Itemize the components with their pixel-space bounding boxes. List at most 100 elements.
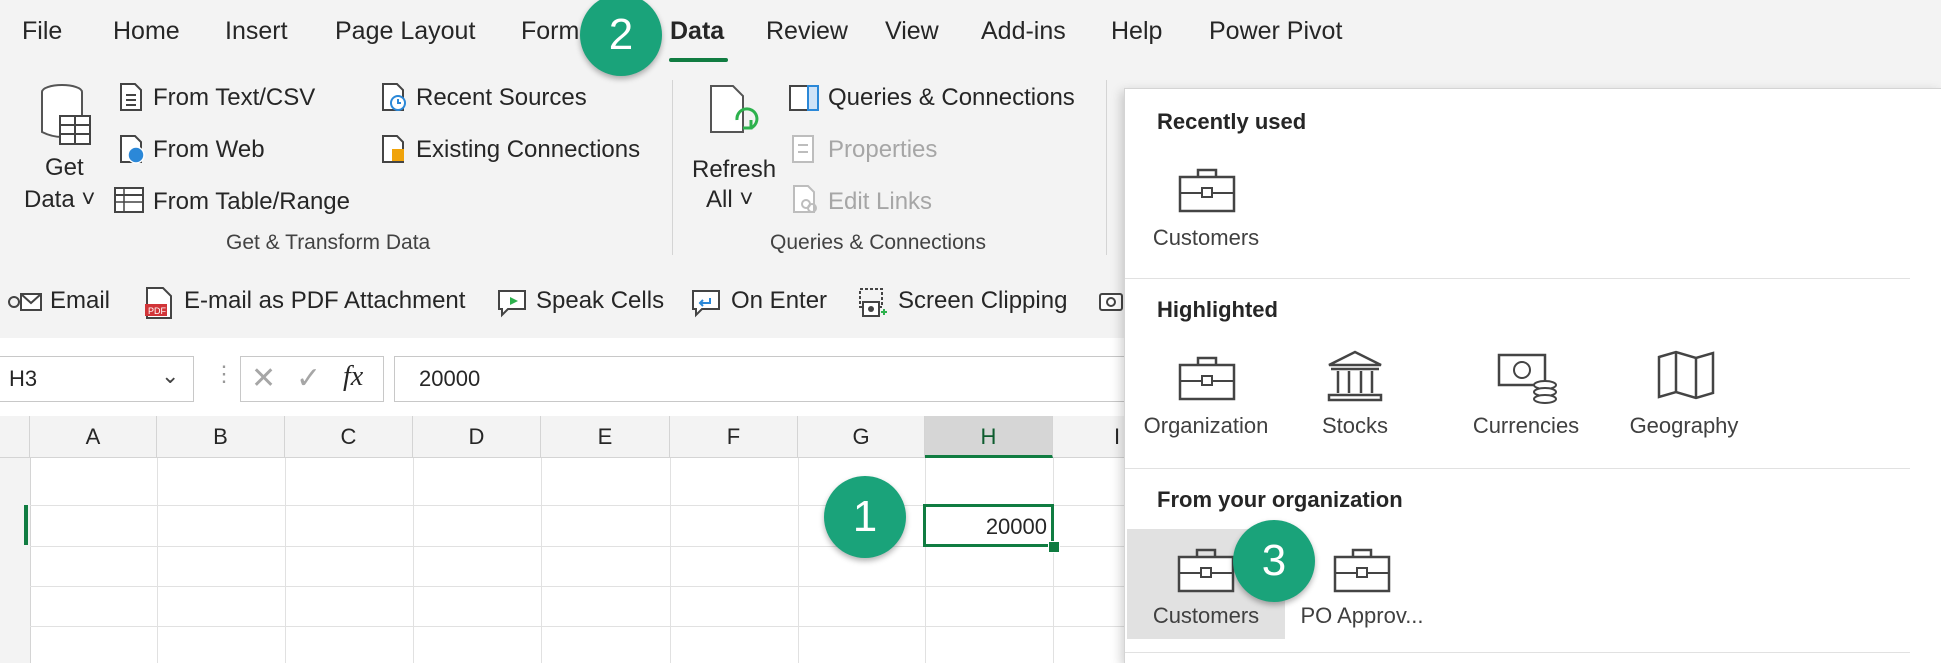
refresh-all-label-2: All ˅ [706, 186, 754, 213]
formula-input[interactable]: 20000 [394, 356, 1135, 402]
column-header-f[interactable]: F [670, 416, 798, 458]
tab-insert[interactable]: Insert [225, 17, 288, 46]
tab-view[interactable]: View [885, 17, 939, 46]
recent-customers-item[interactable]: Customers [1131, 159, 1281, 259]
tab-page-layout[interactable]: Page Layout [335, 17, 475, 46]
briefcase-icon [1177, 547, 1235, 593]
row-header-strip [0, 458, 31, 663]
section-divider [1125, 278, 1910, 279]
from-text-csv-button[interactable]: From Text/CSV [153, 84, 315, 112]
select-all-corner[interactable] [0, 416, 30, 458]
existing-connections-icon [380, 134, 408, 164]
column-header-e[interactable]: E [541, 416, 670, 458]
tab-power-pivot[interactable]: Power Pivot [1209, 17, 1342, 46]
item-label: Geography [1629, 413, 1739, 438]
email-icon [8, 290, 44, 316]
email-pdf-button[interactable]: E-mail as PDF Attachment [184, 287, 465, 315]
column-header-d[interactable]: D [413, 416, 541, 458]
text-file-icon [118, 82, 144, 112]
from-web-button[interactable]: From Web [153, 136, 265, 164]
ribbon-separator [672, 80, 673, 255]
properties-icon [791, 134, 815, 164]
web-file-icon [118, 134, 146, 164]
tab-data[interactable]: Data [670, 17, 724, 46]
cancel-icon[interactable]: ✕ [251, 361, 276, 396]
section-divider [1125, 468, 1910, 469]
camera-icon[interactable] [1098, 288, 1124, 316]
briefcase-icon [1178, 355, 1236, 401]
highlighted-heading: Highlighted [1157, 297, 1278, 322]
existing-connections-button[interactable]: Existing Connections [416, 136, 640, 164]
item-label: Customers [1152, 603, 1260, 628]
tab-formulas[interactable]: Form [521, 17, 579, 46]
tab-review[interactable]: Review [766, 17, 848, 46]
stocks-item[interactable]: Stocks [1295, 347, 1415, 447]
tab-file[interactable]: File [22, 17, 62, 46]
tab-home[interactable]: Home [113, 17, 180, 46]
step-badge-1: 1 [824, 476, 906, 558]
active-tab-indicator [669, 58, 728, 62]
refresh-icon [707, 82, 759, 148]
briefcase-icon [1333, 547, 1391, 593]
screen-clipping-button[interactable]: Screen Clipping [898, 287, 1067, 315]
tab-add-ins[interactable]: Add-ins [981, 17, 1066, 46]
recent-sources-button[interactable]: Recent Sources [416, 84, 587, 112]
grid-line [541, 458, 542, 663]
properties-button[interactable]: Properties [828, 136, 937, 164]
speak-cells-button[interactable]: Speak Cells [536, 287, 664, 315]
grid-line [285, 458, 286, 663]
check-icon[interactable]: ✓ [296, 361, 321, 396]
svg-text:PDF: PDF [148, 306, 167, 316]
fill-handle[interactable] [1048, 541, 1060, 553]
screen-clipping-icon [857, 286, 889, 320]
column-header-b[interactable]: B [157, 416, 285, 458]
grid-line [30, 586, 1130, 587]
column-header-a[interactable]: A [30, 416, 157, 458]
section-divider [1125, 652, 1910, 653]
queries-connections-button[interactable]: Queries & Connections [828, 84, 1075, 112]
ribbon-separator [1106, 80, 1107, 255]
active-cell-value: 20000 [985, 514, 1047, 539]
grid-line [413, 458, 414, 663]
on-enter-icon [690, 288, 722, 318]
database-icon [36, 82, 96, 152]
organization-item[interactable]: Organization [1125, 347, 1287, 447]
excel-window: File Home Insert Page Layout Form Data R… [0, 0, 1941, 663]
bank-icon [1325, 349, 1385, 403]
insert-function-button[interactable]: fx [343, 361, 363, 393]
column-header-g[interactable]: G [798, 416, 925, 458]
step-badge-3: 3 [1233, 520, 1315, 602]
briefcase-icon [1178, 167, 1236, 213]
email-button[interactable]: Email [50, 287, 110, 315]
grid-line [157, 458, 158, 663]
tab-help[interactable]: Help [1111, 17, 1162, 46]
get-data-label-2: Data ˅ [24, 186, 96, 213]
grid-line [670, 458, 671, 663]
item-label: Stocks [1321, 413, 1389, 438]
queries-connections-icon [788, 84, 820, 112]
currency-icon [1497, 349, 1559, 405]
map-icon [1656, 349, 1716, 401]
edit-links-button[interactable]: Edit Links [828, 188, 932, 216]
grid-line [925, 458, 926, 663]
get-data-label-1: Get [45, 154, 84, 181]
group-label-queries: Queries & Connections [770, 231, 986, 254]
recently-used-heading: Recently used [1157, 109, 1307, 134]
recent-sources-icon [380, 82, 408, 112]
formula-buttons: ✕ ✓ fx [240, 356, 384, 402]
name-box[interactable]: H3 ⌄ [0, 356, 194, 402]
from-org-heading: From your organization [1157, 487, 1403, 512]
chevron-down-icon[interactable]: ⌄ [161, 363, 179, 389]
on-enter-button[interactable]: On Enter [731, 287, 827, 315]
active-cell-h3[interactable]: 20000 [923, 504, 1054, 547]
grid-line [798, 458, 799, 663]
column-header-h[interactable]: H [925, 416, 1053, 458]
geography-item[interactable]: Geography [1609, 347, 1759, 447]
active-row-indicator [24, 505, 28, 545]
formula-value: 20000 [419, 366, 481, 391]
column-header-c[interactable]: C [285, 416, 413, 458]
currencies-item[interactable]: Currencies [1455, 347, 1597, 447]
from-table-range-button[interactable]: From Table/Range [153, 188, 350, 216]
formula-bar-grip-icon[interactable]: ⋮ [213, 361, 235, 387]
item-label: Organization [1143, 413, 1269, 438]
